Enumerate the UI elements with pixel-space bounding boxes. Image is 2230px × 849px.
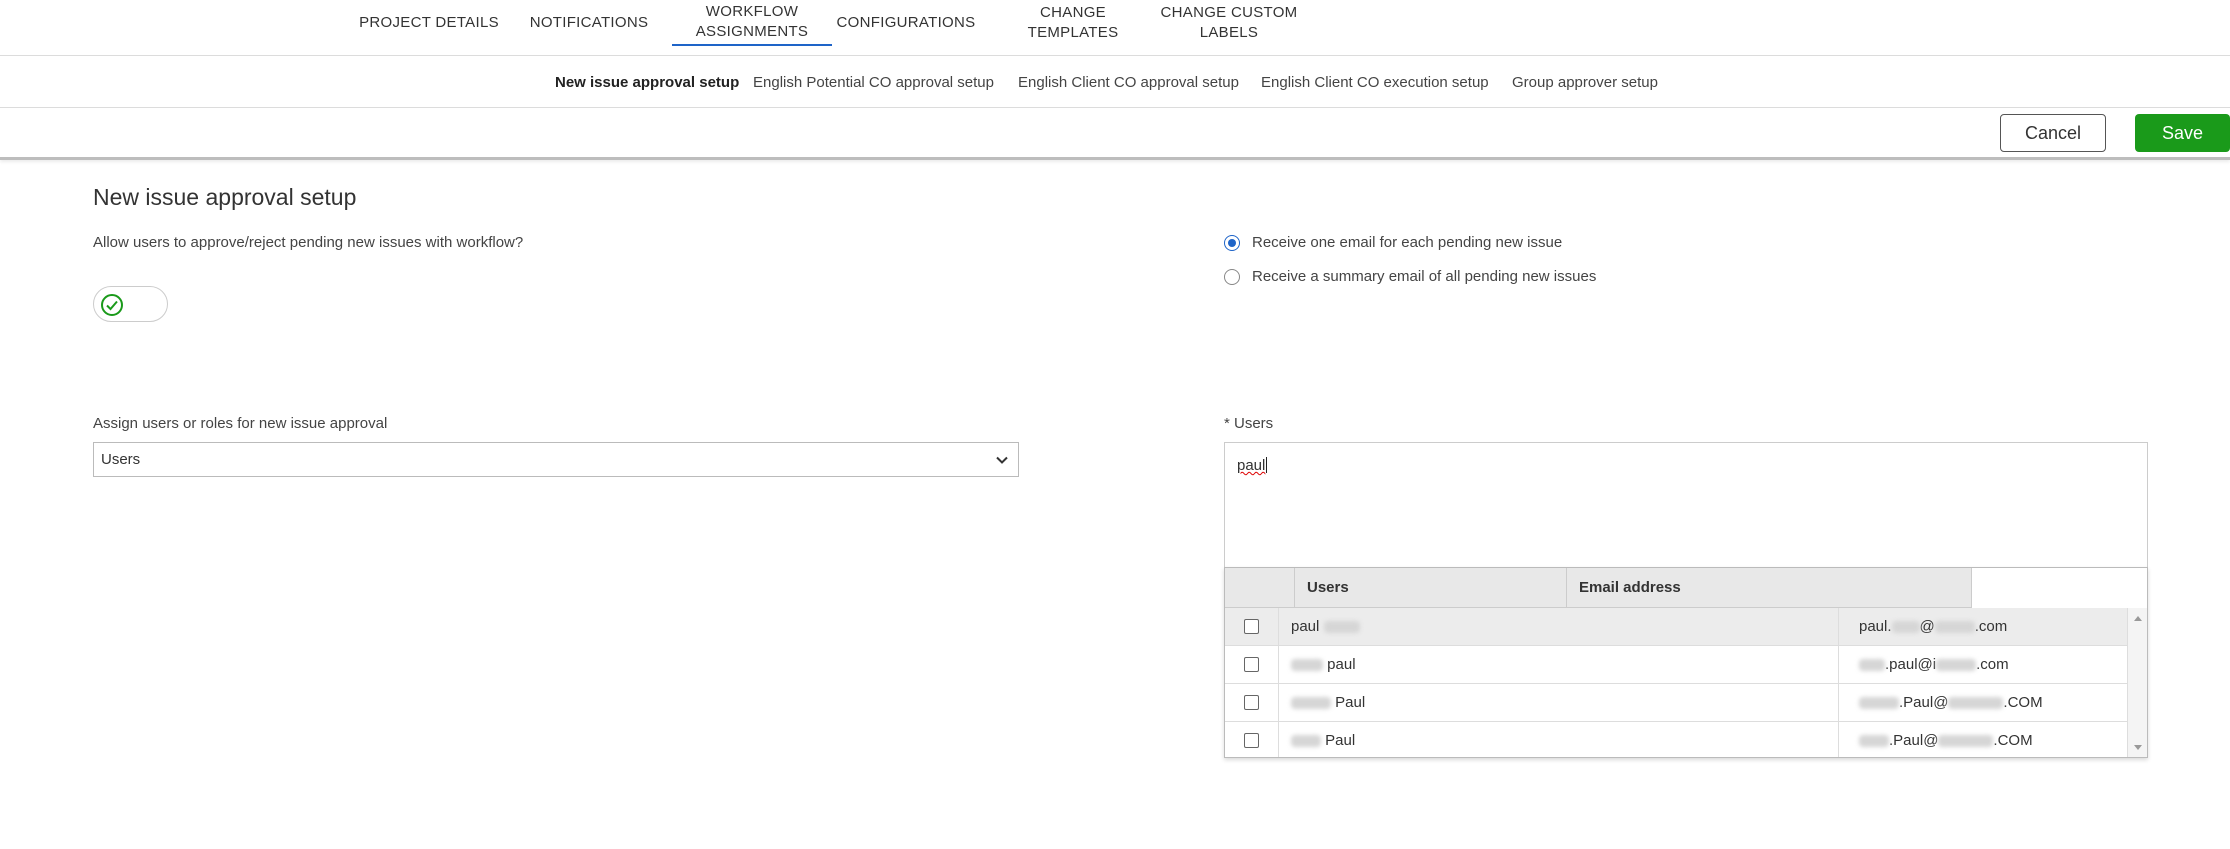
top-nav: PROJECT DETAILS NOTIFICATIONS WORKFLOW A… <box>0 0 2230 56</box>
users-label: * Users <box>1224 415 1274 432</box>
subtab-client-co-execution[interactable]: English Client CO execution setup <box>1261 56 1489 108</box>
assign-select[interactable]: Users <box>93 442 1019 477</box>
radio-button[interactable] <box>1224 268 1240 285</box>
header-users: Users <box>1295 568 1567 608</box>
results-scrollbar[interactable] <box>2127 608 2147 757</box>
user-email-part: .COM <box>1993 732 2033 749</box>
chevron-down-icon <box>996 456 1008 464</box>
scroll-up-icon[interactable] <box>2134 616 2142 621</box>
user-name: Paul <box>1335 694 1366 711</box>
tab-configurations[interactable]: CONFIGURATIONS <box>836 0 976 46</box>
user-email-part: .paul@i <box>1885 656 1937 673</box>
tab-workflow-assignments[interactable]: WORKFLOW ASSIGNMENTS <box>672 0 832 46</box>
save-button[interactable]: Save <box>2135 114 2230 152</box>
row-checkbox[interactable] <box>1244 695 1259 710</box>
header-select <box>1225 568 1295 608</box>
user-email-part: @ <box>1919 618 1935 635</box>
table-row[interactable]: Paul .Paul@ .COM <box>1225 684 2128 722</box>
row-checkbox[interactable] <box>1244 657 1259 672</box>
page-title: New issue approval setup <box>93 184 357 210</box>
subtab-client-co-approval[interactable]: English Client CO approval setup <box>1018 56 1239 108</box>
sub-nav: New issue approval setup English Potenti… <box>0 56 2230 108</box>
user-name: paul <box>1327 656 1356 673</box>
radio-summary-email[interactable]: Receive a summary email of all pending n… <box>1224 268 1596 285</box>
subtab-potential-co-approval[interactable]: English Potential CO approval setup <box>753 56 994 108</box>
user-email-part: .Paul@ <box>1889 732 1939 749</box>
user-results-dropdown: Users Email address paul paul. @ .com paul… <box>1224 567 2148 758</box>
radio-button-checked[interactable] <box>1224 234 1240 251</box>
subtab-new-issue-approval[interactable]: New issue approval setup <box>555 56 739 108</box>
radio-summary-email-label: Receive a summary email of all pending n… <box>1252 268 1597 285</box>
table-row[interactable]: paul paul. @ .com <box>1225 608 2128 646</box>
users-query: paul <box>1237 457 1266 474</box>
tab-change-custom-labels[interactable]: CHANGE CUSTOM LABELS <box>1160 0 1298 46</box>
scroll-down-icon[interactable] <box>2134 745 2142 750</box>
check-icon <box>101 294 123 316</box>
tab-notifications[interactable]: NOTIFICATIONS <box>523 0 655 46</box>
radio-one-email[interactable]: Receive one email for each pending new i… <box>1224 234 1562 251</box>
allow-approval-toggle[interactable] <box>93 286 168 322</box>
user-email-part: .COM <box>2003 694 2043 711</box>
cancel-button[interactable]: Cancel <box>2000 114 2106 152</box>
user-email-part: .Paul@ <box>1899 694 1949 711</box>
action-bar: Cancel Save <box>0 108 2230 160</box>
tab-project-details[interactable]: PROJECT DETAILS <box>355 0 503 46</box>
header-email: Email address <box>1567 568 1972 608</box>
text-caret <box>1266 457 1268 473</box>
row-checkbox[interactable] <box>1244 619 1259 634</box>
allow-approval-label: Allow users to approve/reject pending ne… <box>93 234 524 251</box>
tab-change-templates[interactable]: CHANGE TEMPLATES <box>996 0 1150 46</box>
user-name: Paul <box>1325 732 1356 749</box>
assign-select-value: Users <box>101 451 141 468</box>
user-email-part: paul. <box>1859 618 1892 635</box>
row-checkbox[interactable] <box>1244 733 1259 748</box>
results-header: Users Email address <box>1225 568 1972 608</box>
user-name: paul <box>1291 618 1320 635</box>
user-email-part: .com <box>1976 656 2009 673</box>
table-row[interactable]: Paul .Paul@ .COM <box>1225 722 2128 757</box>
table-row[interactable]: paul .paul@i .com <box>1225 646 2128 684</box>
users-input[interactable]: paul <box>1224 442 2148 568</box>
radio-one-email-label: Receive one email for each pending new i… <box>1252 234 1563 251</box>
assign-label: Assign users or roles for new issue appr… <box>93 415 388 432</box>
user-email-part: .com <box>1974 618 2008 635</box>
subtab-group-approver[interactable]: Group approver setup <box>1512 56 1658 108</box>
